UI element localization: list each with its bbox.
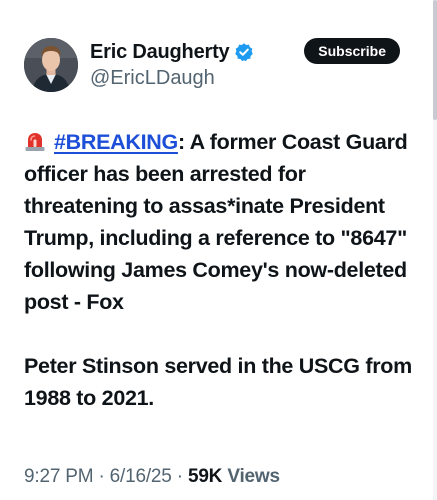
display-name[interactable]: Eric Daugherty <box>90 41 230 64</box>
tweet-header: Eric Daugherty @EricLDaugh Subscribe <box>24 38 414 94</box>
handle[interactable]: @EricLDaugh <box>90 67 254 90</box>
tweet-paragraph-1: #BREAKING: A former Coast Guard officer … <box>24 126 424 318</box>
person-avatar-icon <box>24 38 78 92</box>
views-label[interactable]: Views <box>227 466 280 487</box>
subscribe-button[interactable]: Subscribe <box>304 38 400 64</box>
meta-separator: · <box>171 466 188 487</box>
display-name-row: Eric Daugherty <box>90 40 254 64</box>
tweet-text: #BREAKING: A former Coast Guard officer … <box>24 126 424 414</box>
hashtag-link[interactable]: #BREAKING <box>54 130 178 154</box>
tweet-metadata: 9:27 PM · 6/16/25 · 59K Views <box>24 466 280 488</box>
views-count: 59K <box>187 466 223 487</box>
avatar[interactable] <box>24 38 78 92</box>
meta-separator: · <box>93 466 110 487</box>
tweet-date[interactable]: 6/16/25 <box>110 466 172 487</box>
author-names: Eric Daugherty @EricLDaugh <box>90 40 254 90</box>
tweet-text-main: : A former Coast Guard officer has been … <box>24 130 408 314</box>
scrollbar-thumb[interactable] <box>433 0 437 120</box>
siren-icon <box>24 129 46 151</box>
verified-badge-icon[interactable] <box>234 42 254 62</box>
tweet-time[interactable]: 9:27 PM <box>24 466 94 487</box>
tweet-paragraph-2: Peter Stinson served in the USCG from 19… <box>24 354 412 410</box>
tweet-page: Eric Daugherty @EricLDaugh Subscribe #BR… <box>0 0 437 500</box>
scrollbar-track[interactable] <box>433 0 437 500</box>
